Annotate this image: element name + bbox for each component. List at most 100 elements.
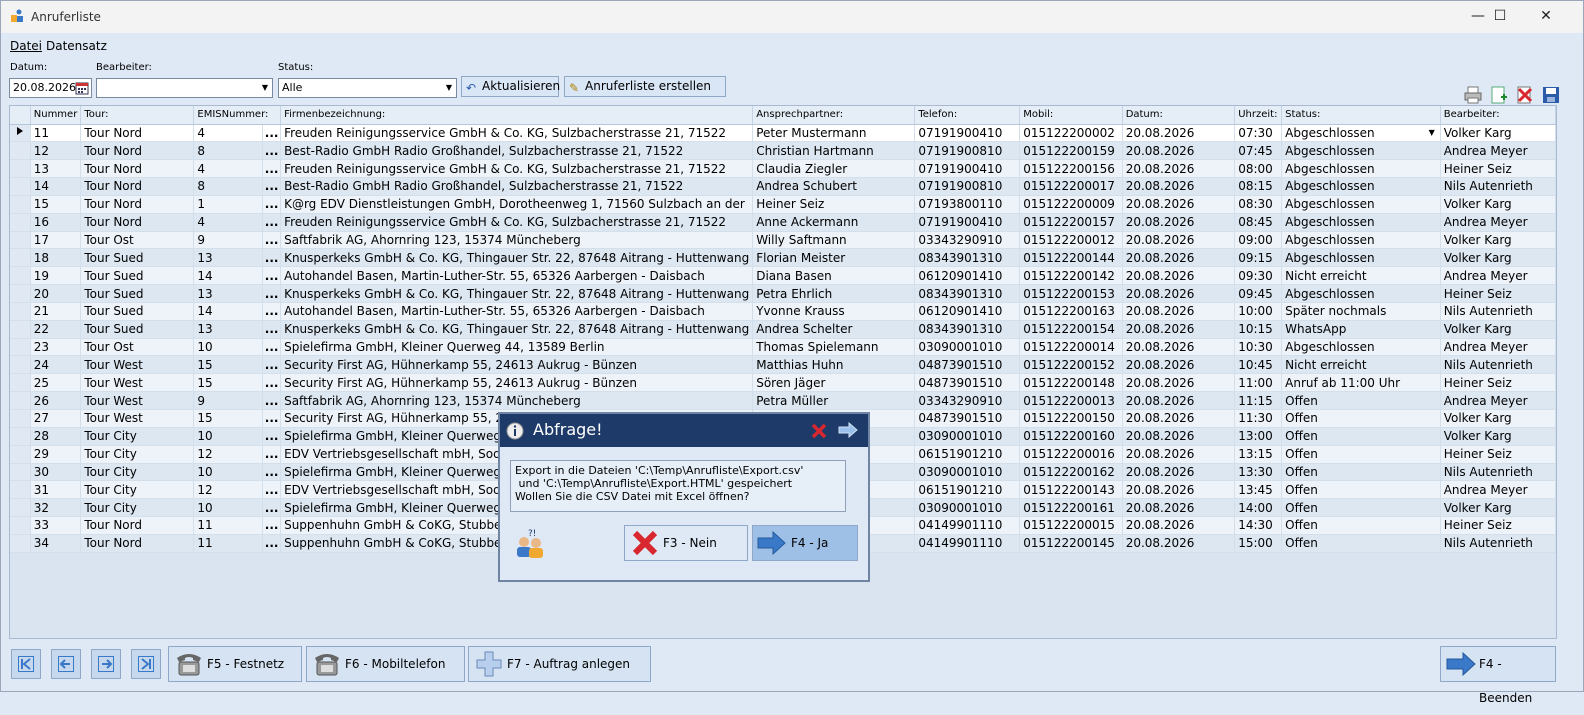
cell-firmenbezeichnung[interactable]: Best-Radio GmbH Radio Großhandel, Sulzba…: [280, 141, 754, 161]
cell-emis-nummer[interactable]: 12: [193, 480, 264, 500]
cell-emis-nummer[interactable]: 8: [193, 177, 264, 196]
cell-nummer[interactable]: 25: [30, 373, 82, 393]
emis-lookup-button[interactable]: ...: [262, 445, 282, 464]
cell-status[interactable]: Abgeschlossen: [1281, 195, 1441, 214]
emis-lookup-button[interactable]: ...: [262, 159, 282, 179]
table-row[interactable]: 11 Tour Nord 4... Freuden Reinigungsservice…: [10, 124, 1556, 143]
cell-telefon[interactable]: 03343290910: [914, 231, 1021, 250]
cell-tour[interactable]: Tour Sued: [80, 302, 195, 321]
cell-emis-nummer[interactable]: 14: [193, 266, 264, 286]
cell-firmenbezeichnung[interactable]: Autohandel Basen, Martin-Luther-Str. 55,…: [280, 266, 754, 286]
cell-emis-nummer[interactable]: 15: [193, 355, 264, 375]
cell-emis-nummer[interactable]: 14: [193, 302, 264, 321]
col-header[interactable]: Telefon:: [914, 106, 1021, 125]
row-indicator[interactable]: [10, 177, 31, 196]
emis-lookup-button[interactable]: ...: [262, 141, 282, 161]
ja-button[interactable]: F4 - Ja: [752, 525, 858, 561]
cell-mobil[interactable]: 015122200159: [1019, 141, 1123, 161]
cell-mobil[interactable]: 015122200148: [1019, 373, 1123, 393]
cell-telefon[interactable]: 07191900810: [914, 177, 1021, 196]
cell-mobil[interactable]: 015122200154: [1019, 320, 1123, 339]
cell-tour[interactable]: Tour West: [80, 373, 195, 393]
auftrag-anlegen-button[interactable]: F7 - Auftrag anlegen: [468, 646, 651, 682]
cell-bearbeiter[interactable]: Nils Autenrieth: [1440, 302, 1556, 321]
cell-nummer[interactable]: 24: [30, 355, 82, 375]
emis-lookup-button[interactable]: ...: [262, 195, 282, 214]
arrow-right-icon[interactable]: [838, 422, 858, 438]
cell-nummer[interactable]: 32: [30, 498, 82, 518]
cell-emis-nummer[interactable]: 1: [193, 195, 264, 214]
cell-bearbeiter[interactable]: Nils Autenrieth: [1440, 534, 1556, 553]
cell-datum[interactable]: 20.08.2026: [1122, 534, 1236, 553]
cell-tour[interactable]: Tour City: [80, 480, 195, 500]
cell-datum[interactable]: 20.08.2026: [1122, 266, 1236, 286]
cell-mobil[interactable]: 015122200161: [1019, 498, 1123, 518]
emis-lookup-button[interactable]: ...: [262, 213, 282, 232]
cell-mobil[interactable]: 015122200016: [1019, 445, 1123, 464]
cell-emis-nummer[interactable]: 10: [193, 338, 264, 357]
row-indicator[interactable]: [10, 195, 31, 214]
cell-status[interactable]: Abgeschlossen: [1281, 231, 1441, 250]
cell-datum[interactable]: 20.08.2026: [1122, 516, 1236, 535]
cell-nummer[interactable]: 19: [30, 266, 82, 286]
cell-status[interactable]: Später nochmals: [1281, 302, 1441, 321]
cell-nummer[interactable]: 16: [30, 213, 82, 232]
cell-nummer[interactable]: 34: [30, 534, 82, 553]
cell-nummer[interactable]: 29: [30, 445, 82, 464]
cell-ansprechpartner[interactable]: Yvonne Krauss: [752, 302, 916, 321]
cell-firmenbezeichnung[interactable]: Freuden Reinigungsservice GmbH & Co. KG,…: [280, 213, 754, 232]
emis-lookup-button[interactable]: ...: [262, 338, 282, 357]
cell-uhrzeit[interactable]: 13:15: [1234, 445, 1283, 464]
close-icon[interactable]: [811, 423, 827, 439]
cell-emis-nummer[interactable]: 4: [193, 124, 264, 143]
cell-mobil[interactable]: 015122200002: [1019, 124, 1123, 143]
cell-datum[interactable]: 20.08.2026: [1122, 248, 1236, 268]
cell-status[interactable]: Abgeschlossen: [1281, 159, 1441, 179]
cell-telefon[interactable]: 03343290910: [914, 391, 1021, 410]
row-indicator[interactable]: [10, 373, 31, 393]
cell-emis-nummer[interactable]: 10: [193, 463, 264, 482]
cell-tour[interactable]: Tour Nord: [80, 213, 195, 232]
cell-tour[interactable]: Tour West: [80, 409, 195, 428]
cell-tour[interactable]: Tour Sued: [80, 284, 195, 303]
cell-telefon[interactable]: 04873901510: [914, 355, 1021, 375]
cell-datum[interactable]: 20.08.2026: [1122, 463, 1236, 482]
col-header[interactable]: Firmenbezeichnung:: [280, 106, 754, 125]
emis-lookup-button[interactable]: ...: [262, 124, 282, 143]
cell-firmenbezeichnung[interactable]: Saftfabrik AG, Ahornring 123, 15374 Münc…: [280, 391, 754, 410]
cell-datum[interactable]: 20.08.2026: [1122, 391, 1236, 410]
cell-emis-nummer[interactable]: 13: [193, 248, 264, 268]
cell-mobil[interactable]: 015122200157: [1019, 213, 1123, 232]
cell-uhrzeit[interactable]: 08:15: [1234, 177, 1283, 196]
cell-telefon[interactable]: 08343901310: [914, 284, 1021, 303]
cell-datum[interactable]: 20.08.2026: [1122, 213, 1236, 232]
cell-status[interactable]: Offen: [1281, 534, 1441, 553]
emis-lookup-button[interactable]: ...: [262, 516, 282, 535]
row-indicator[interactable]: [10, 141, 31, 161]
first-record-button[interactable]: [11, 649, 41, 679]
cell-tour[interactable]: Tour Nord: [80, 195, 195, 214]
cell-tour[interactable]: Tour Sued: [80, 266, 195, 286]
cell-tour[interactable]: Tour Nord: [80, 159, 195, 179]
chevron-down-icon[interactable]: ▼: [1426, 126, 1438, 140]
cell-tour[interactable]: Tour Sued: [80, 320, 195, 339]
cell-tour[interactable]: Tour Nord: [80, 177, 195, 196]
cell-datum[interactable]: 20.08.2026: [1122, 355, 1236, 375]
cell-ansprechpartner[interactable]: Christian Hartmann: [752, 141, 916, 161]
printer-icon[interactable]: [1463, 85, 1483, 105]
cell-nummer[interactable]: 28: [30, 427, 82, 446]
cell-status[interactable]: Offen: [1281, 498, 1441, 518]
cell-telefon[interactable]: 03090001010: [914, 338, 1021, 357]
cell-tour[interactable]: Tour City: [80, 427, 195, 446]
cell-datum[interactable]: 20.08.2026: [1122, 409, 1236, 428]
table-row[interactable]: 20 Tour Sued 13... Knusperkeks GmbH & Co. K…: [10, 284, 1556, 303]
cell-tour[interactable]: Tour Nord: [80, 534, 195, 553]
cell-uhrzeit[interactable]: 08:30: [1234, 195, 1283, 214]
cell-mobil[interactable]: 015122200160: [1019, 427, 1123, 446]
cell-datum[interactable]: 20.08.2026: [1122, 177, 1236, 196]
aktualisieren-button[interactable]: ↶ Aktualisieren: [461, 76, 560, 97]
cell-emis-nummer[interactable]: 11: [193, 516, 264, 535]
cell-emis-nummer[interactable]: 4: [193, 159, 264, 179]
cell-ansprechpartner[interactable]: Matthias Huhn: [752, 355, 916, 375]
cell-telefon[interactable]: 07191900410: [914, 124, 1021, 143]
